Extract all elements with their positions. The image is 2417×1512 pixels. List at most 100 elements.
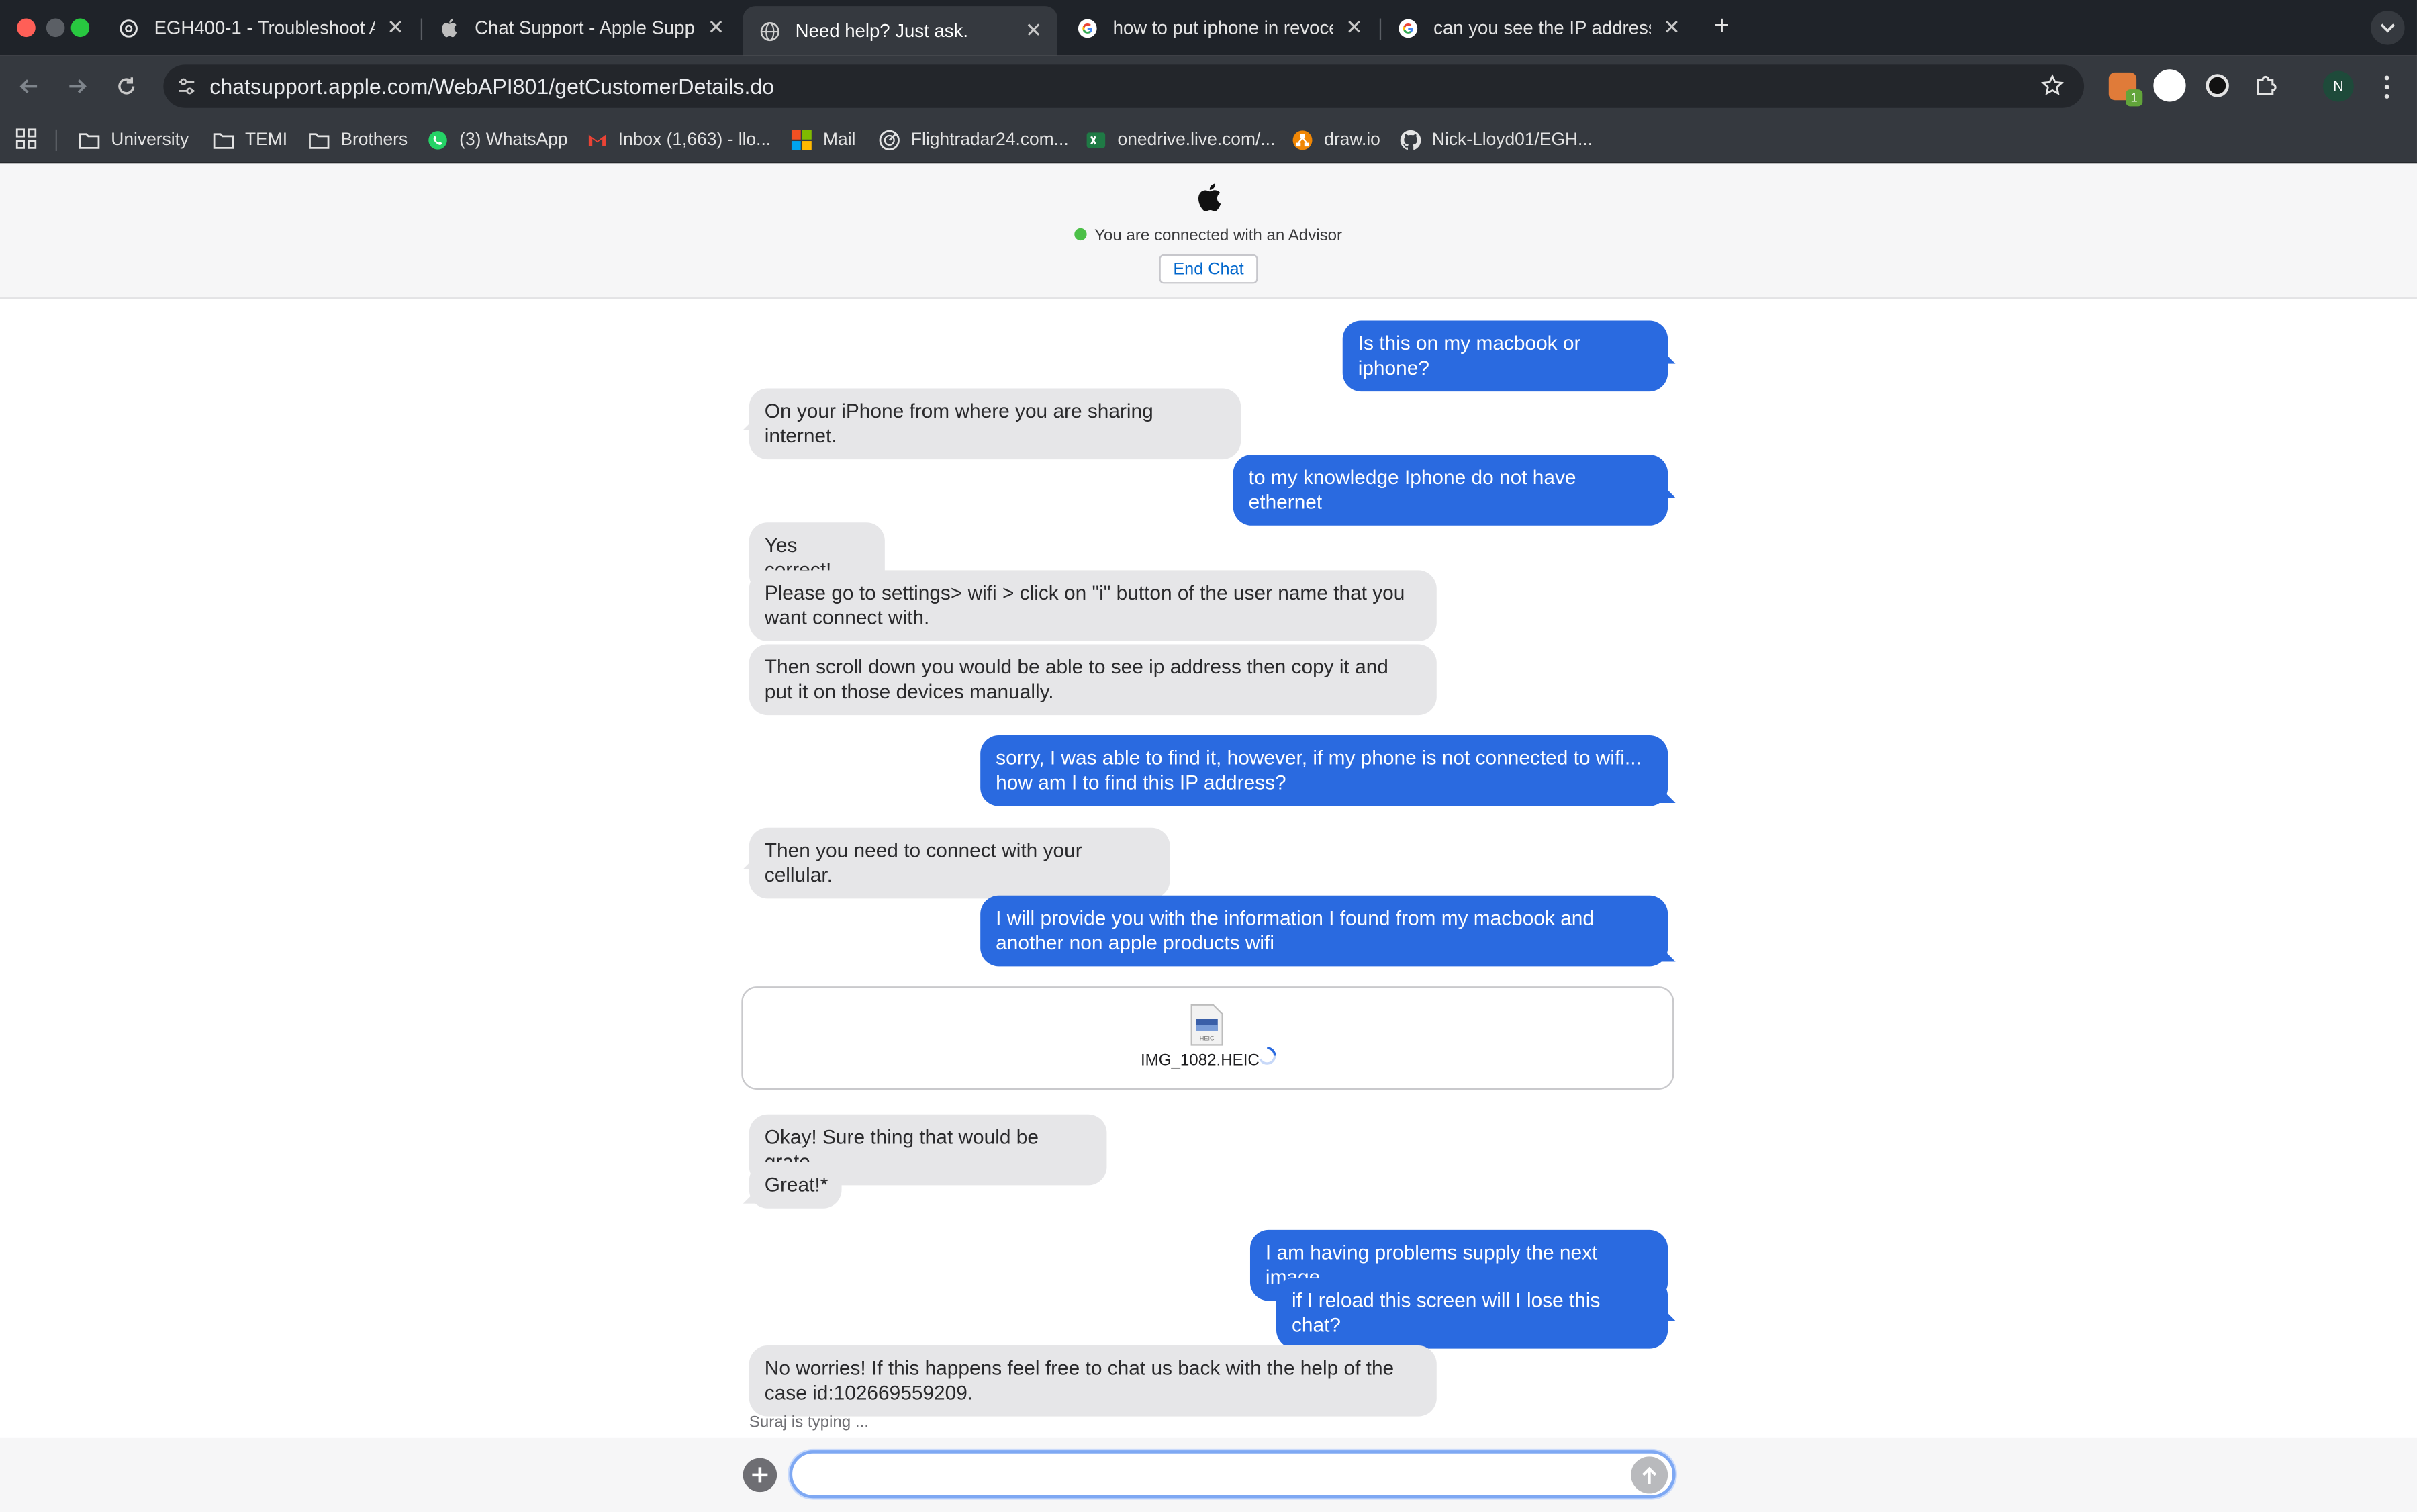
address-bar[interactable]: chatsupport.apple.com/WebAPI801/getCusto… <box>163 64 2085 108</box>
user-message: to my knowledge Iphone do not have ether… <box>1233 455 1668 526</box>
bookmark-onedrive[interactable]: onedrive.live.com/... <box>1085 126 1275 154</box>
record-extension-icon[interactable] <box>2206 74 2229 97</box>
advisor-message: Great!* <box>749 1162 842 1209</box>
bubble-tail <box>1660 788 1676 804</box>
advisor-message: On your iPhone from where you are sharin… <box>749 388 1241 460</box>
message-text: No worries! If this happens feel free to… <box>764 1356 1394 1405</box>
gmail-icon <box>585 130 607 151</box>
tab-iphone-recovery-search[interactable]: how to put iphone in revocery ✕ <box>1061 6 1378 49</box>
tab-title: how to put iphone in revocery <box>1112 17 1334 39</box>
excel-icon <box>1085 130 1106 151</box>
back-button[interactable] <box>14 71 45 102</box>
apple-logo <box>1194 181 1222 215</box>
bookmark-label: onedrive.live.com/... <box>1117 131 1276 150</box>
google-icon <box>1396 17 1418 38</box>
add-attachment-button[interactable] <box>743 1458 777 1493</box>
openai-icon <box>117 17 138 38</box>
kebab-menu-icon[interactable] <box>2377 73 2396 100</box>
message-text: Please go to settings> wifi > click on "… <box>764 581 1405 629</box>
bookmark-label: Mail <box>823 131 856 150</box>
globe-icon <box>759 20 780 42</box>
advisor-message: Then you need to connect with your cellu… <box>749 827 1170 899</box>
close-tab-icon[interactable]: ✕ <box>708 15 724 40</box>
bookmark-star-icon[interactable] <box>2040 74 2066 99</box>
bookmark-label: Flightradar24.com... <box>910 131 1069 150</box>
folder-icon <box>79 130 100 151</box>
bookmark-gmail-inbox[interactable]: Inbox (1,663) - llo... <box>585 126 771 154</box>
message-text: Then you need to connect with your cellu… <box>764 838 1082 886</box>
puzzle-icon[interactable] <box>2254 73 2280 99</box>
message-text: On your iPhone from where you are sharin… <box>764 399 1153 447</box>
advisor-message: No worries! If this happens feel free to… <box>749 1345 1437 1417</box>
tab-need-help[interactable]: Need help? Just ask. ✕ <box>743 6 1057 56</box>
forward-button[interactable] <box>62 71 93 102</box>
loading-spinner-icon <box>1258 1045 1276 1065</box>
file-type-label: HEIC <box>1200 1035 1215 1042</box>
message-input[interactable] <box>789 1450 1676 1499</box>
arrow-up-icon <box>1642 1466 1657 1484</box>
bookmarks-divider <box>55 129 57 151</box>
github-icon <box>1400 130 1421 151</box>
circle-extension-icon[interactable] <box>2153 69 2186 102</box>
message-text: if I reload this screen will I lose this… <box>1291 1288 1601 1337</box>
close-tab-icon[interactable]: ✕ <box>1663 15 1680 40</box>
bookmark-drawio[interactable]: draw.io <box>1292 126 1380 154</box>
bookmark-github[interactable]: Nick-Lloyd01/EGH... <box>1400 126 1593 154</box>
tab-title: Need help? Just ask. <box>795 19 969 42</box>
end-chat-button[interactable]: End Chat <box>1159 254 1258 284</box>
extension-icon[interactable]: 1 <box>2108 72 2143 107</box>
connection-status: You are connected with an Advisor <box>0 226 2417 245</box>
tab-title: can you see the IP address yo <box>1433 17 1652 39</box>
close-tab-icon[interactable]: ✕ <box>387 15 404 40</box>
user-message: Is this on my macbook or iphone? <box>1342 320 1668 392</box>
browser-window: EGH400-1 - Troubleshoot AD ✕ Chat Suppor… <box>0 0 2417 1512</box>
profile-avatar[interactable]: N <box>2322 70 2354 102</box>
url-text: chatsupport.apple.com/WebAPI801/getCusto… <box>209 74 775 99</box>
close-tab-icon[interactable]: ✕ <box>1346 15 1363 40</box>
flightradar-icon <box>879 130 900 151</box>
user-message: I will provide you with the information … <box>980 895 1668 967</box>
minimize-window-button[interactable] <box>46 18 65 38</box>
status-dot <box>1074 228 1088 241</box>
message-text: Is this on my macbook or iphone? <box>1358 331 1581 379</box>
heic-file-icon: HEIC <box>1188 1003 1225 1046</box>
bookmark-brothers[interactable]: Brothers <box>308 126 408 154</box>
bookmark-label: University <box>111 131 189 150</box>
message-text: Great!* <box>764 1172 828 1196</box>
folder-icon <box>308 130 330 151</box>
bookmark-temi[interactable]: TEMI <box>213 126 287 154</box>
apps-grid-icon[interactable] <box>15 128 37 150</box>
close-tab-icon[interactable]: ✕ <box>1025 19 1042 44</box>
send-button[interactable] <box>1631 1456 1668 1494</box>
close-window-button[interactable] <box>17 18 36 38</box>
tab-ip-address-search[interactable]: can you see the IP address yo ✕ <box>1381 6 1695 49</box>
tab-apple-chat-support[interactable]: Chat Support - Apple Suppor ✕ <box>422 6 740 49</box>
microsoft-icon <box>791 130 812 151</box>
apple-icon <box>438 17 459 38</box>
bookmark-label: Brothers <box>340 131 408 150</box>
new-tab-button[interactable]: + <box>1708 11 1736 42</box>
bookmark-university[interactable]: University <box>79 126 189 154</box>
site-info-icon[interactable] <box>176 75 197 97</box>
tab-title: Chat Support - Apple Suppor <box>475 17 696 39</box>
image-attachment[interactable]: HEIC IMG_1082.HEIC <box>741 986 1674 1090</box>
bookmark-label: (3) WhatsApp <box>459 131 568 150</box>
drawio-icon <box>1292 130 1313 151</box>
reload-icon <box>118 77 135 95</box>
tab-egh400[interactable]: EGH400-1 - Troubleshoot AD ✕ <box>102 6 420 49</box>
user-message: if I reload this screen will I lose this… <box>1276 1278 1668 1349</box>
maximize-window-button[interactable] <box>70 18 90 38</box>
reload-button[interactable] <box>111 71 142 102</box>
bookmark-mail[interactable]: Mail <box>791 126 856 154</box>
extension-badge: 1 <box>2126 89 2143 107</box>
chevron-down-icon <box>2380 23 2395 32</box>
advisor-message: Then scroll down you would be able to se… <box>749 644 1437 716</box>
bookmark-flightradar24[interactable]: Flightradar24.com... <box>879 126 1069 154</box>
tab-search-button[interactable] <box>2371 11 2405 45</box>
bookmark-label: draw.io <box>1324 131 1380 150</box>
bookmark-whatsapp[interactable]: (3) WhatsApp <box>427 126 568 154</box>
typing-indicator: Suraj is typing ... <box>749 1413 869 1432</box>
arrow-left-icon <box>19 79 38 94</box>
message-text: sorry, I was able to find it, however, i… <box>996 746 1642 794</box>
bookmark-label: Inbox (1,663) - llo... <box>618 131 771 150</box>
